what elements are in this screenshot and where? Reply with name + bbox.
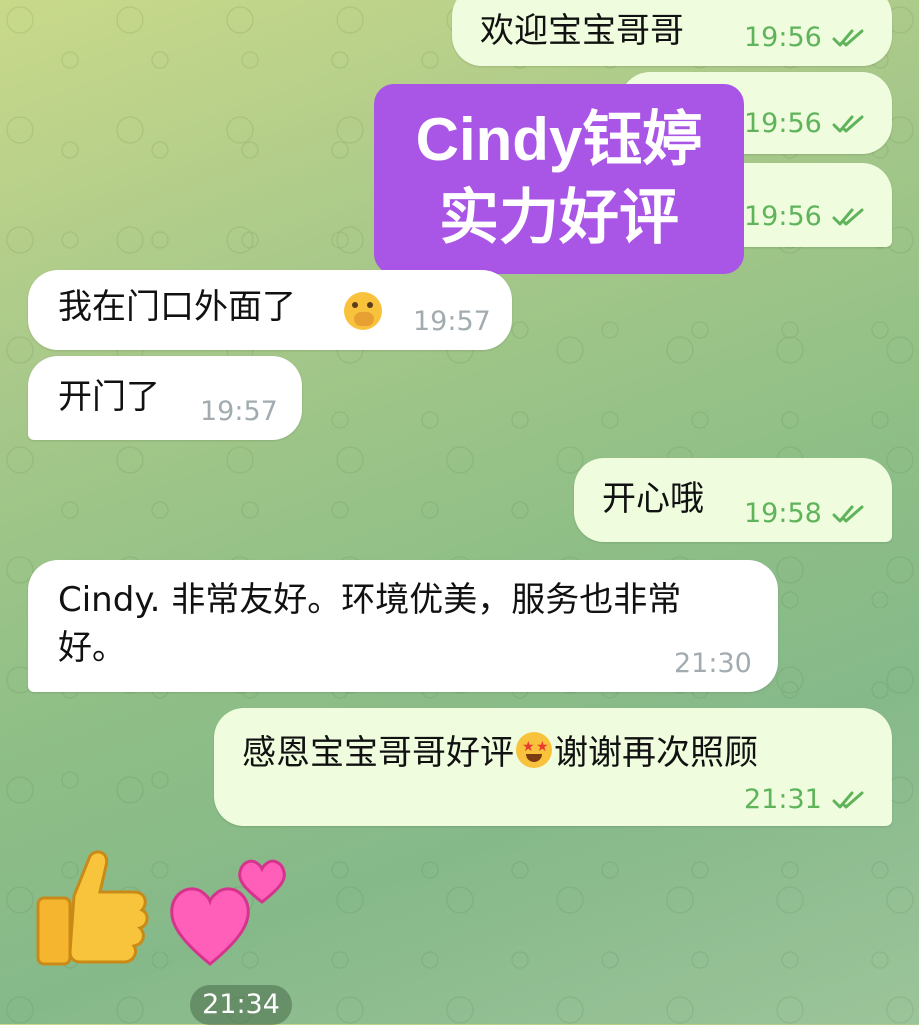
read-receipt-icon bbox=[832, 504, 866, 524]
read-receipt-icon bbox=[832, 207, 866, 227]
message-time: 21:30 bbox=[674, 648, 752, 679]
thumbs-up-icon[interactable] bbox=[34, 848, 150, 968]
read-receipt-icon bbox=[832, 790, 866, 810]
read-receipt-icon bbox=[832, 114, 866, 134]
message-bubble-outgoing[interactable]: 欢迎宝宝哥哥 19:56 bbox=[452, 0, 892, 66]
message-bubble-incoming[interactable]: 我在门口外面了 19:57 bbox=[28, 270, 512, 350]
overlay-line-2: 实力好评 bbox=[439, 184, 679, 251]
message-bubble-outgoing[interactable]: 感恩宝宝哥哥好评 ★ ★ 谢谢再次照顾 21:31 bbox=[214, 708, 892, 826]
hand-over-mouth-emoji-icon bbox=[344, 292, 382, 330]
message-bubble-incoming[interactable]: 开门了 19:57 bbox=[28, 356, 302, 440]
message-time: 19:56 bbox=[744, 201, 822, 232]
message-bubble-outgoing[interactable]: 开心哦 19:58 bbox=[574, 458, 892, 542]
message-bubble-incoming[interactable]: Cindy. 非常友好。环境优美，服务也非常好。 21:30 bbox=[28, 560, 778, 692]
message-text: Cindy. 非常友好。环境优美，服务也非常好。 bbox=[58, 580, 682, 668]
message-text-part: 谢谢再次照顾 bbox=[554, 733, 758, 773]
message-text-part: 感恩宝宝哥哥好评 bbox=[242, 733, 514, 773]
message-text: 开心哦 bbox=[602, 479, 704, 519]
message-time: 19:56 bbox=[744, 22, 822, 53]
read-receipt-icon bbox=[832, 28, 866, 48]
message-text: 我在门口外面了 bbox=[58, 287, 296, 327]
overlay-line-1: Cindy钰婷 bbox=[415, 106, 703, 173]
message-text: 欢迎宝宝哥哥 bbox=[480, 11, 684, 51]
message-time: 19:57 bbox=[200, 396, 278, 427]
message-text: 感恩宝宝哥哥好评 ★ ★ 谢谢再次照顾 bbox=[242, 730, 758, 776]
message-text: 开门了 bbox=[58, 377, 160, 417]
message-time: 19:57 bbox=[413, 306, 491, 337]
sticker-time: 21:34 bbox=[190, 985, 292, 1025]
star-struck-emoji-icon: ★ ★ bbox=[516, 732, 552, 768]
message-time: 19:58 bbox=[744, 498, 822, 529]
message-time: 21:31 bbox=[744, 784, 822, 815]
two-hearts-icon[interactable] bbox=[168, 852, 288, 968]
message-time: 19:56 bbox=[744, 108, 822, 139]
promo-overlay-label: Cindy钰婷 实力好评 bbox=[374, 84, 744, 274]
